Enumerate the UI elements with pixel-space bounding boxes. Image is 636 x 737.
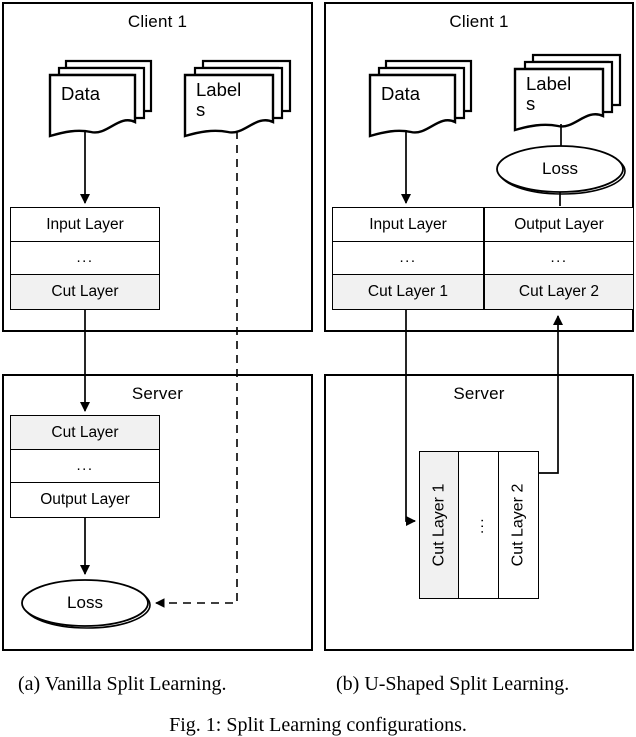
split-learning-figure: Client 1 Data Label s Input Layer ... Cu… <box>0 0 636 736</box>
vanilla-server-layer-ellipsis: ... <box>11 449 159 484</box>
ushaped-loss-node: Loss <box>494 144 628 196</box>
vanilla-data-node: Data <box>47 52 161 138</box>
ushaped-data-node: Data <box>367 52 481 138</box>
layer-label: Cut Layer 1 <box>367 283 449 301</box>
ushaped-client-layer-ellipsis-right: ... <box>485 241 633 276</box>
layer-label: ... <box>76 457 94 475</box>
layer-label: Cut Layer 2 <box>518 283 600 301</box>
layer-label: Cut Layer <box>51 423 119 441</box>
ushaped-client-layer-input: Input Layer <box>333 208 483 242</box>
ushaped-client-layer-output: Output Layer <box>485 208 633 242</box>
layer-label: Output Layer <box>40 491 130 509</box>
ushaped-labels-node: Label s <box>512 46 628 132</box>
layer-label: ... <box>399 249 417 267</box>
vanilla-client-layer-cut: Cut Layer <box>11 275 159 309</box>
ushaped-data-label: Data <box>381 83 421 104</box>
vanilla-loss-label: Loss <box>67 593 103 612</box>
vanilla-server-layer-output: Output Layer <box>11 483 159 517</box>
layer-label: Cut Layer 1 <box>430 483 448 567</box>
ushaped-labels-label: Label s <box>526 73 572 114</box>
layer-label: ... <box>550 249 568 267</box>
ushaped-server-layer-cut1: Cut Layer 1 <box>420 452 460 598</box>
layer-label: Input Layer <box>369 215 447 233</box>
vanilla-client-layer-ellipsis: ... <box>11 241 159 276</box>
ushaped-client-title: Client 1 <box>449 12 509 31</box>
vanilla-labels-node: Label s <box>182 52 298 138</box>
vanilla-data-label: Data <box>61 83 101 104</box>
ushaped-server-layer-ellipsis: ... <box>459 452 499 598</box>
layer-label: Cut Layer <box>51 283 119 301</box>
vanilla-server-layer-cut: Cut Layer <box>11 416 159 450</box>
vanilla-client-stack: Input Layer ... Cut Layer <box>10 207 160 310</box>
subfigure-caption-a: (a) Vanilla Split Learning. <box>18 673 227 695</box>
layer-label: Cut Layer 2 <box>509 483 527 567</box>
ushaped-loss-label: Loss <box>542 159 578 178</box>
vanilla-server-title: Server <box>131 384 184 403</box>
ushaped-client-layer-cut2: Cut Layer 2 <box>485 275 633 309</box>
figure-caption: Fig. 1: Split Learning configurations. <box>169 714 467 736</box>
vanilla-loss-node: Loss <box>19 578 153 630</box>
vanilla-client-layer-input: Input Layer <box>11 208 159 242</box>
layer-label: ... <box>76 249 94 267</box>
ushaped-client-layer-cut1: Cut Layer 1 <box>333 275 483 309</box>
layer-label: ... <box>469 516 487 534</box>
vanilla-client-title: Client 1 <box>127 12 188 31</box>
ushaped-client-left-stack: Input Layer ... Cut Layer 1 <box>332 207 484 310</box>
layer-label: Input Layer <box>46 215 124 233</box>
vanilla-server-stack: Cut Layer ... Output Layer <box>10 415 160 518</box>
ushaped-client-right-stack: Output Layer ... Cut Layer 2 <box>484 207 634 310</box>
ushaped-server-title: Server <box>453 384 505 403</box>
ushaped-server-layer-cut2: Cut Layer 2 <box>498 452 538 598</box>
ushaped-server-vertical-stack: Cut Layer 1 ... Cut Layer 2 <box>419 451 539 599</box>
subfigure-caption-b: (b) U-Shaped Split Learning. <box>336 673 570 695</box>
layer-label: Output Layer <box>514 215 604 233</box>
ushaped-client-layer-ellipsis-left: ... <box>333 241 483 276</box>
vanilla-labels-label: Label s <box>196 79 242 120</box>
